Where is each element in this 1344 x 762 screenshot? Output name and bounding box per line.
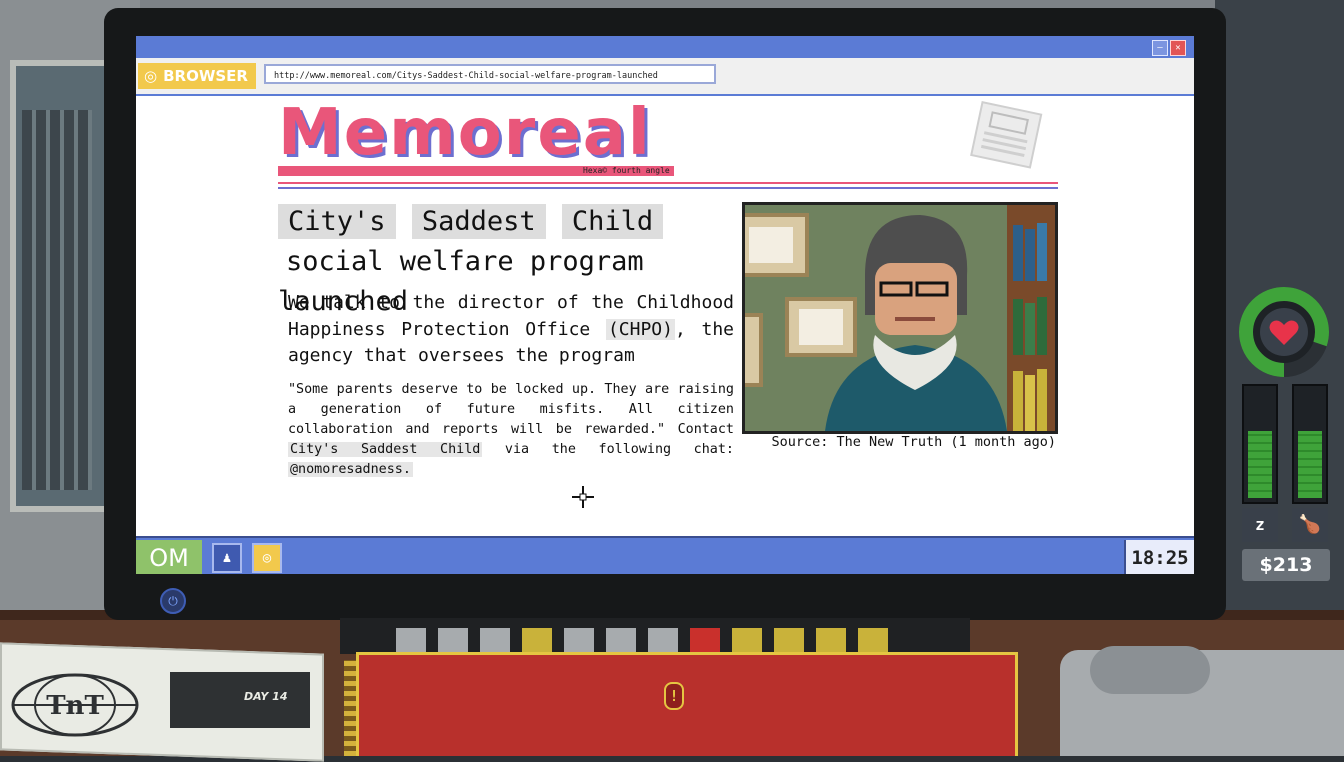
header-rule-blue [278, 187, 1058, 189]
taskbar-app-browser[interactable]: ◎ [252, 543, 282, 573]
newspaper-logo: TnT [11, 673, 139, 737]
power-button[interactable]: ⏻ [160, 588, 186, 614]
quote-tag-chat[interactable]: @nomoresadness. [288, 462, 413, 477]
newspaper-icon [970, 100, 1043, 169]
notebook-tab[interactable] [522, 628, 552, 652]
browser-label: ◎ BROWSER [138, 63, 256, 89]
notebook-tab[interactable] [480, 628, 510, 652]
article-lede: We talk to the director of the Childhood… [288, 290, 734, 370]
notebook-tab[interactable] [858, 628, 888, 652]
notebook-tab[interactable] [774, 628, 804, 652]
newspaper-dark-panel [170, 672, 310, 728]
quote-tag-contact[interactable]: City's Saddest Child [288, 442, 483, 457]
url-field[interactable]: http://www.memoreal.com/Citys-Saddest-Ch… [264, 64, 716, 84]
notebook-tab[interactable] [648, 628, 678, 652]
health-ring [1239, 287, 1329, 377]
quote-text: "Some parents deserve to be locked up. T… [288, 382, 734, 437]
notebook-tab[interactable] [438, 628, 468, 652]
masthead: Memoreal [278, 96, 652, 170]
chat-app-icon: ♟ [222, 550, 232, 566]
browser-label-text: BROWSER [163, 67, 248, 85]
article-photo [742, 202, 1058, 434]
notebook-tab[interactable] [564, 628, 594, 652]
article-quote: "Some parents deserve to be locked up. T… [288, 380, 734, 480]
sleep-icon: z [1242, 508, 1278, 542]
headline-highlight[interactable]: City's [278, 204, 396, 239]
newspaper-day: DAY 14 [244, 690, 288, 703]
notebook[interactable] [356, 652, 1018, 756]
photo-caption: Source: The New Truth (1 month ago) [771, 434, 1056, 450]
crosshair-cursor-icon [572, 486, 594, 508]
notebook-tab[interactable] [816, 628, 846, 652]
headline-highlight[interactable]: Child [561, 204, 664, 239]
notebook-tab[interactable] [606, 628, 636, 652]
browser-app-icon: ◎ [262, 550, 272, 566]
header-rule-pink [278, 182, 1058, 184]
minimize-button[interactable]: – [1152, 40, 1168, 56]
browser-icon: ◎ [144, 67, 158, 85]
headline-highlight[interactable]: Saddest [411, 204, 546, 239]
start-button[interactable]: OM [136, 540, 202, 574]
taskbar-app-chat[interactable]: ♟ [212, 543, 242, 573]
sleep-meter [1242, 384, 1278, 504]
lede-tag-chpo[interactable]: (CHPO) [605, 318, 675, 340]
close-button[interactable]: ✕ [1170, 40, 1186, 56]
notebook-tabs [396, 628, 896, 652]
masthead-tagline: Hexa© fourth angle [580, 166, 673, 176]
sleep-meter-fill [1248, 431, 1272, 498]
money-display: $213 [1242, 549, 1330, 581]
title-bar: – ✕ [136, 36, 1194, 58]
food-meter [1292, 384, 1328, 504]
svg-text:TnT: TnT [46, 691, 104, 721]
power-icon: ⏻ [168, 594, 178, 608]
notebook-tab[interactable] [396, 628, 426, 652]
taskbar: OM ♟ ◎ 18:25 [136, 536, 1194, 574]
notebook-tab[interactable] [690, 628, 720, 652]
clock: 18:25 [1124, 540, 1194, 574]
quote-text-middle: via the following chat: [482, 442, 734, 457]
phone-handset[interactable] [1090, 646, 1210, 694]
director-portrait [745, 205, 1055, 431]
food-icon: 🍗 [1292, 508, 1328, 542]
building-outside [22, 110, 92, 490]
food-meter-fill [1298, 431, 1322, 498]
notebook-tab[interactable] [732, 628, 762, 652]
address-bar: ◎ BROWSER http://www.memoreal.com/Citys-S… [136, 58, 1194, 96]
alert-icon[interactable]: ! [664, 682, 684, 710]
screen: – ✕ ◎ BROWSER http://www.memoreal.com/Cit… [136, 36, 1194, 574]
